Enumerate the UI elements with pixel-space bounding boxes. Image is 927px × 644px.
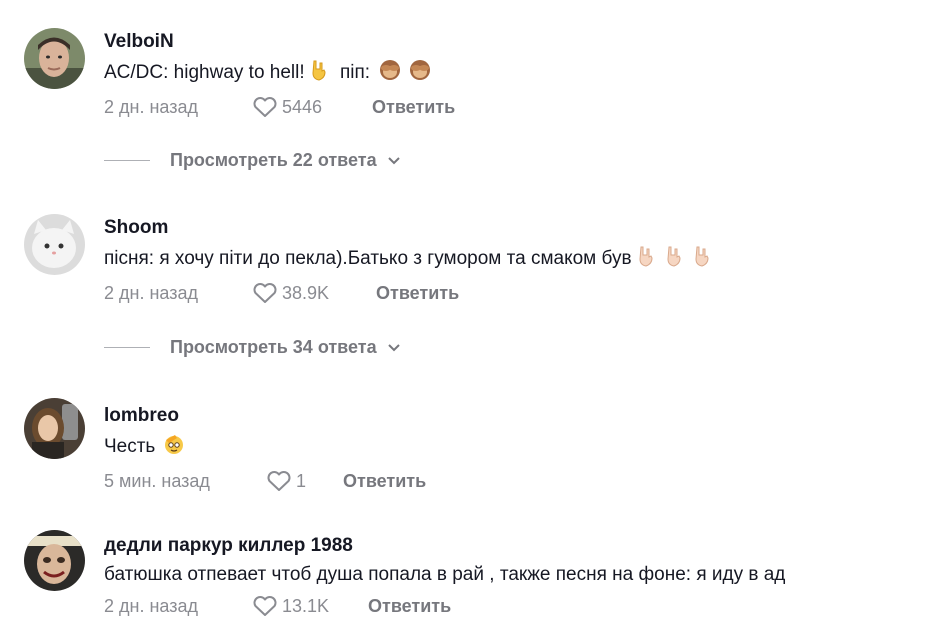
comment-date: 2 дн. назад xyxy=(104,595,198,616)
comment-text: AC/DC: highway to hell! піп: xyxy=(104,59,917,88)
rock-hand-emoji xyxy=(309,59,329,88)
comment-text-main: AC/DC: highway to hell! xyxy=(104,62,305,83)
comment-text-suffix: піп: xyxy=(339,62,371,83)
heart-icon xyxy=(253,596,277,616)
comment-date: 2 дн. назад xyxy=(104,96,198,117)
divider-line xyxy=(104,347,150,348)
username[interactable]: дедли паркур киллер 1988 xyxy=(104,534,917,558)
rock-hand-light-emoji xyxy=(692,245,712,274)
like-button[interactable]: 38.9K xyxy=(252,282,376,304)
view-replies-button[interactable]: Просмотреть 34 ответа xyxy=(104,337,401,358)
avatar[interactable] xyxy=(24,214,85,275)
like-count: 5446 xyxy=(282,96,323,117)
rock-hand-light-emoji xyxy=(636,245,656,274)
comment-meta: 2 дн. назад 13.1K Ответить xyxy=(104,593,917,619)
rock-hand-light-emoji xyxy=(664,245,684,274)
view-replies-label: Просмотреть 22 ответа xyxy=(170,150,377,170)
heart-icon xyxy=(267,471,291,491)
comment-date: 5 мин. назад xyxy=(104,470,210,491)
chevron-down-icon xyxy=(387,343,400,351)
comment-meta: 2 дн. назад 38.9K Ответить xyxy=(104,280,917,306)
heart-icon xyxy=(253,97,277,117)
username[interactable]: Shoom xyxy=(104,216,917,240)
see-no-evil-monkey-emoji xyxy=(378,59,402,88)
like-button[interactable]: 5446 xyxy=(252,96,372,118)
avatar[interactable] xyxy=(24,398,85,459)
comment-text-main: пісня: я хочу піти до пекла).Батько з гу… xyxy=(104,248,632,269)
reply-button[interactable]: Ответить xyxy=(372,97,455,118)
like-count: 13.1K xyxy=(282,595,330,616)
reply-button[interactable]: Ответить xyxy=(343,471,426,492)
heart-icon xyxy=(253,283,277,303)
comment-meta: 5 мин. назад 1 Ответить xyxy=(104,468,917,494)
reply-button[interactable]: Ответить xyxy=(376,283,459,304)
see-no-evil-monkey-emoji xyxy=(408,59,432,88)
comment-text: батюшка отпевает чтоб душа попала в рай … xyxy=(104,564,786,585)
view-replies-button[interactable]: Просмотреть 22 ответа xyxy=(104,150,401,171)
comment-text-main: Честь xyxy=(104,436,156,457)
username[interactable]: VelboiN xyxy=(104,30,917,54)
view-replies-label: Просмотреть 34 ответа xyxy=(170,337,377,357)
comment-text: Честь xyxy=(104,433,917,462)
comment-meta: 2 дн. назад 5446 Ответить xyxy=(104,94,917,120)
comment-text: пісня: я хочу піти до пекла).Батько з гу… xyxy=(104,245,917,274)
reply-button[interactable]: Ответить xyxy=(368,596,451,617)
chevron-down-icon xyxy=(387,156,400,164)
salute-face-emoji xyxy=(163,433,185,462)
divider-line xyxy=(104,160,150,161)
avatar[interactable] xyxy=(24,530,85,591)
comment-date: 2 дн. назад xyxy=(104,282,198,303)
avatar[interactable] xyxy=(24,28,85,89)
like-button[interactable]: 1 xyxy=(266,470,343,492)
like-count: 38.9K xyxy=(282,282,330,303)
username[interactable]: lombreo xyxy=(104,404,917,428)
like-count: 1 xyxy=(296,470,307,491)
like-button[interactable]: 13.1K xyxy=(252,595,368,617)
